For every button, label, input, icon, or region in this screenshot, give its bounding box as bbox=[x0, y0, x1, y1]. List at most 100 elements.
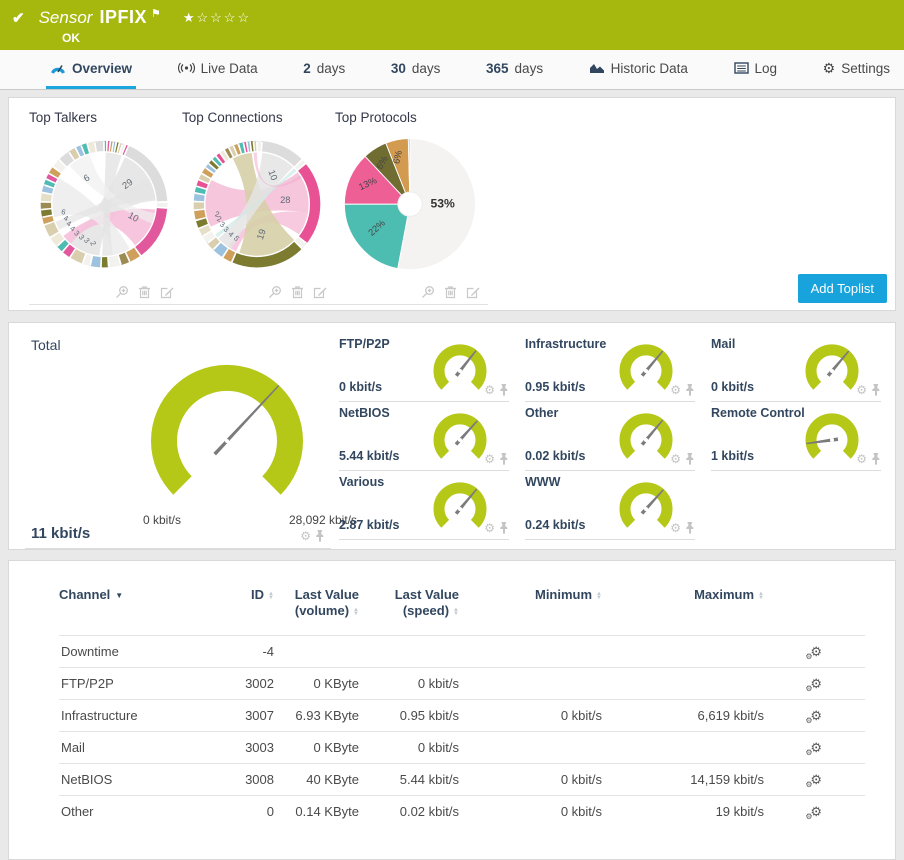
flag-icon[interactable]: ⚑ bbox=[151, 7, 161, 20]
tab-historic-data[interactable]: Historic Data bbox=[585, 50, 692, 89]
top-talkers-chart[interactable]: 6291023334446 bbox=[29, 131, 179, 281]
tab-2-days[interactable]: 2days bbox=[299, 50, 349, 89]
settings-icon[interactable]: ⚙ bbox=[484, 453, 495, 465]
cell-minimum: 0 kbit/s bbox=[459, 772, 602, 787]
cell-last-volume: 6.93 KByte bbox=[274, 708, 359, 723]
tab-overview[interactable]: Overview bbox=[46, 50, 136, 89]
total-gauge bbox=[121, 353, 333, 518]
pin-icon[interactable] bbox=[499, 384, 509, 396]
cell-last-speed: 5.44 kbit/s bbox=[359, 772, 459, 787]
delete-toplist-icon[interactable] bbox=[291, 285, 304, 299]
settings-icon[interactable]: ⚙ bbox=[670, 522, 681, 534]
channel-label: NetBIOS bbox=[339, 406, 390, 420]
column-header-speed[interactable]: Last Value(speed)▲▼ bbox=[359, 587, 459, 619]
pin-icon[interactable] bbox=[499, 453, 509, 465]
gauge-icon bbox=[50, 62, 66, 74]
zoom-toplist-icon[interactable] bbox=[421, 285, 435, 299]
top-connections-chart[interactable]: 102819543322 bbox=[182, 131, 332, 281]
table-row-ftp-p2p: FTP/P2P30020 KByte0 kbit/s⚙⚙ bbox=[59, 667, 865, 699]
tab-365-days[interactable]: 365days bbox=[482, 50, 547, 89]
channel-value: 0 kbit/s bbox=[339, 380, 382, 394]
gauges-panel: Total 0 kbit/s 28,092 kbit/s 11 kbit/s ⚙… bbox=[8, 322, 896, 550]
cell-channel: FTP/P2P bbox=[59, 676, 219, 691]
settings-icon[interactable]: ⚙ bbox=[856, 384, 867, 396]
pin-icon[interactable] bbox=[315, 530, 325, 542]
table-row-infrastructure: Infrastructure30076.93 KByte0.95 kbit/s0… bbox=[59, 699, 865, 731]
cell-maximum: 6,619 kbit/s bbox=[602, 708, 764, 723]
delete-toplist-icon[interactable] bbox=[444, 285, 457, 299]
top-protocols-chart[interactable]: 53%22%13%6%6% bbox=[335, 131, 485, 281]
zoom-toplist-icon[interactable] bbox=[115, 285, 129, 299]
cell-last-speed: 0.02 kbit/s bbox=[359, 804, 459, 819]
channel-label: WWW bbox=[525, 475, 560, 489]
gauge-tile-netbios: NetBIOS 5.44 kbit/s ⚙ bbox=[339, 402, 509, 471]
channel-value: 5.44 kbit/s bbox=[339, 449, 399, 463]
sort-icon: ▲▼ bbox=[453, 608, 459, 616]
tab-bar: Overview Live Data 2days 30days 365days Histo… bbox=[0, 50, 904, 90]
cell-channel: Downtime bbox=[59, 644, 219, 659]
tile-icons: ⚙ bbox=[856, 384, 881, 396]
tab-live-data[interactable]: Live Data bbox=[174, 50, 262, 89]
edit-toplist-icon[interactable] bbox=[160, 285, 174, 299]
pin-icon[interactable] bbox=[499, 522, 509, 534]
column-header-id[interactable]: ID▲▼ bbox=[219, 587, 274, 603]
channel-value: 0.24 kbit/s bbox=[525, 518, 585, 532]
tile-icons: ⚙ bbox=[670, 384, 695, 396]
channel-value: 0.95 kbit/s bbox=[525, 380, 585, 394]
pin-icon[interactable] bbox=[871, 453, 881, 465]
channel-label: Various bbox=[339, 475, 384, 489]
cell-last-speed: 0 kbit/s bbox=[359, 676, 459, 691]
gauge-tile-infrastructure: Infrastructure0.95 kbit/s⚙ bbox=[525, 333, 695, 402]
delete-toplist-icon[interactable] bbox=[138, 285, 151, 299]
settings-icon[interactable]: ⚙ bbox=[484, 384, 495, 396]
pin-icon[interactable] bbox=[685, 384, 695, 396]
cell-minimum: 0 kbit/s bbox=[459, 804, 602, 819]
channel-settings-icon[interactable]: ⚙⚙ bbox=[810, 676, 822, 692]
zoom-toplist-icon[interactable] bbox=[268, 285, 282, 299]
gauge-tile-mail: Mail0 kbit/s⚙ bbox=[711, 333, 881, 402]
settings-icon[interactable]: ⚙ bbox=[300, 530, 311, 542]
tile-icons: ⚙ bbox=[670, 522, 695, 534]
tile-icons: ⚙ bbox=[484, 522, 509, 534]
gauge-min-label: 0 kbit/s bbox=[143, 513, 181, 527]
cell-last-speed: 0.95 kbit/s bbox=[359, 708, 459, 723]
pin-icon[interactable] bbox=[685, 453, 695, 465]
channel-settings-icon[interactable]: ⚙⚙ bbox=[810, 804, 822, 820]
cell-actions: ⚙⚙ bbox=[764, 804, 865, 820]
gauge-tile-remote-control: Remote Control1 kbit/s⚙ bbox=[711, 402, 881, 471]
tab-settings[interactable]: ⚙Settings bbox=[819, 50, 894, 89]
add-toplist-button[interactable]: Add Toplist bbox=[798, 274, 887, 303]
sensor-type-label: Sensor bbox=[39, 8, 93, 28]
cell-last-volume: 0.14 KByte bbox=[274, 804, 359, 819]
channel-settings-icon[interactable]: ⚙⚙ bbox=[810, 772, 822, 788]
table-row-downtime: Downtime-4⚙⚙ bbox=[59, 635, 865, 667]
cell-last-volume: 0 KByte bbox=[274, 676, 359, 691]
channel-settings-icon[interactable]: ⚙⚙ bbox=[810, 708, 822, 724]
edit-toplist-icon[interactable] bbox=[313, 285, 327, 299]
channel-settings-icon[interactable]: ⚙⚙ bbox=[810, 644, 822, 660]
toplists-panel: Top Talkers6291023334446Top Connections1… bbox=[8, 97, 896, 311]
column-header-vol[interactable]: Last Value(volume)▲▼ bbox=[274, 587, 359, 619]
settings-icon[interactable]: ⚙ bbox=[856, 453, 867, 465]
settings-icon[interactable]: ⚙ bbox=[670, 453, 681, 465]
pin-icon[interactable] bbox=[871, 384, 881, 396]
channel-value: 0 kbit/s bbox=[711, 380, 754, 394]
tab-log[interactable]: Log bbox=[730, 50, 782, 89]
toplist-actions bbox=[29, 281, 182, 305]
cell-actions: ⚙⚙ bbox=[764, 676, 865, 692]
svg-text:28: 28 bbox=[280, 195, 290, 205]
settings-icon[interactable]: ⚙ bbox=[670, 384, 681, 396]
channels-table-header: Channel▼ID▲▼Last Value(volume)▲▼Last Val… bbox=[59, 571, 865, 635]
cell-minimum: 0 kbit/s bbox=[459, 708, 602, 723]
edit-toplist-icon[interactable] bbox=[466, 285, 480, 299]
column-header-min[interactable]: Minimum▲▼ bbox=[459, 587, 602, 603]
channel-settings-icon[interactable]: ⚙⚙ bbox=[810, 740, 822, 756]
column-header-max[interactable]: Maximum▲▼ bbox=[602, 587, 764, 603]
cell-actions: ⚙⚙ bbox=[764, 708, 865, 724]
column-header-channel[interactable]: Channel▼ bbox=[59, 587, 219, 604]
priority-stars[interactable]: ★☆☆☆☆ bbox=[183, 10, 251, 26]
tab-30-days[interactable]: 30days bbox=[387, 50, 445, 89]
log-icon bbox=[734, 62, 749, 74]
settings-icon[interactable]: ⚙ bbox=[484, 522, 495, 534]
pin-icon[interactable] bbox=[685, 522, 695, 534]
